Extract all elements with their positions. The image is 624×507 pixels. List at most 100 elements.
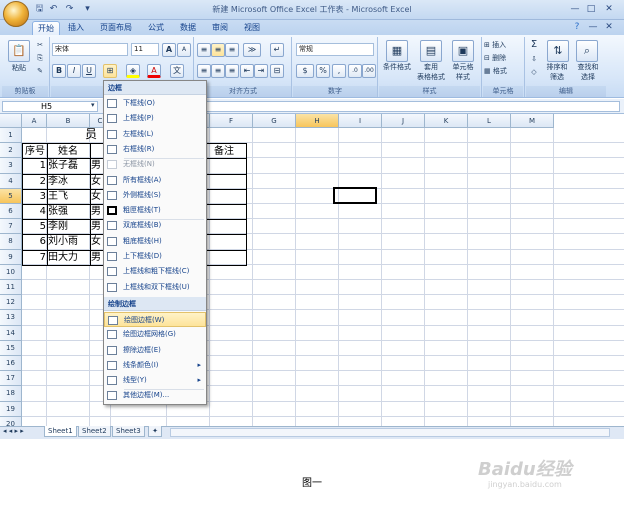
border-option-thick-box-border[interactable]: 粗匣框线(T) [104, 203, 206, 218]
row-header[interactable]: 8 [0, 234, 22, 250]
worksheet-grid[interactable]: ABCDEFGHIJKLM 12345678910111213141516171… [0, 114, 624, 426]
orientation-button[interactable]: ≫ [243, 43, 261, 57]
draw-option-grid-pencil[interactable]: 绘图边框网格(G) [104, 327, 206, 342]
decrease-decimal-button[interactable]: .00 [362, 64, 376, 78]
draw-option-eraser[interactable]: 擦除边框(E) [104, 343, 206, 358]
cell-style-label[interactable]: 单元格 样式 [446, 62, 480, 82]
border-option-right-border[interactable]: 右框线(R) [104, 142, 206, 157]
format-cells-button[interactable]: ▦ 格式 [484, 66, 522, 76]
row-header[interactable]: 3 [0, 158, 22, 174]
row-header[interactable]: 13 [0, 310, 22, 326]
border-option-all-borders[interactable]: 所有框线(A) [104, 173, 206, 188]
row-header[interactable]: 14 [0, 325, 22, 341]
tab-formulas[interactable]: 公式 [142, 21, 170, 35]
column-header[interactable]: L [468, 114, 511, 128]
row-header[interactable]: 11 [0, 280, 22, 296]
bold-button[interactable]: B [52, 64, 66, 78]
draw-option-pencil[interactable]: 绘图边框(W) [104, 311, 206, 327]
tab-review[interactable]: 审阅 [206, 21, 234, 35]
draw-option-line-color[interactable]: 线条颜色(I) ▸ [104, 358, 206, 373]
percent-button[interactable]: % [316, 64, 330, 78]
sheet-tab-2[interactable]: Sheet2 [78, 426, 111, 437]
increase-indent-button[interactable]: ⇥ [254, 64, 268, 78]
table-format-icon[interactable]: ▤ [420, 40, 442, 62]
sheet-tab-3[interactable]: Sheet3 [112, 426, 145, 437]
row-header[interactable]: 12 [0, 295, 22, 311]
name-box-dropdown-icon[interactable]: ▾ [91, 101, 95, 109]
autosum-icon[interactable]: Σ [528, 40, 540, 50]
border-option-double-bottom-border[interactable]: 双底框线(B) [104, 218, 206, 233]
border-option-left-border[interactable]: 左框线(L) [104, 127, 206, 142]
font-size-combo[interactable]: 11 [131, 43, 159, 56]
column-header[interactable]: K [425, 114, 468, 128]
grow-font-button[interactable]: A [162, 43, 176, 57]
select-all-corner[interactable] [0, 114, 22, 128]
border-option-top-bottom-border[interactable]: 上下框线(D) [104, 249, 206, 264]
workbook-close-icon[interactable]: ✕ [602, 21, 616, 34]
tab-insert[interactable]: 插入 [62, 21, 90, 35]
decrease-indent-button[interactable]: ⇤ [240, 64, 254, 78]
row-header[interactable]: 10 [0, 264, 22, 280]
border-option-bottom-border[interactable]: 下框线(O) [104, 96, 206, 111]
tab-data[interactable]: 数据 [174, 21, 202, 35]
increase-decimal-button[interactable]: .0 [348, 64, 362, 78]
border-option-no-border[interactable]: 无框线(N) [104, 157, 206, 172]
border-option-top-double-bottom-border[interactable]: 上框线和双下框线(U) [104, 280, 206, 295]
align-middle-button[interactable]: ≡ [211, 43, 225, 57]
align-left-button[interactable]: ≡ [197, 64, 211, 78]
font-color-button[interactable]: A [147, 64, 161, 78]
italic-button[interactable]: I [67, 64, 81, 78]
underline-button[interactable]: U [82, 64, 96, 78]
cell-style-icon[interactable]: ▣ [452, 40, 474, 62]
insert-sheet-icon[interactable]: ✦ [148, 426, 162, 437]
find-select-label[interactable]: 查找和 选择 [572, 62, 604, 82]
shrink-font-button[interactable]: A [177, 43, 191, 57]
fill-color-button[interactable]: ◈ [126, 64, 140, 78]
merge-center-button[interactable]: ⊟ [270, 64, 284, 78]
horizontal-scrollbar[interactable] [170, 428, 610, 437]
border-option-thick-bottom-border[interactable]: 粗底框线(H) [104, 234, 206, 249]
sheet-nav-icon[interactable]: ◂ ◂ ▸ ▸ [3, 427, 24, 435]
column-header[interactable]: H [296, 114, 339, 128]
cut-icon[interactable]: ✂ [34, 40, 46, 50]
draw-option-more-borders[interactable]: 其他边框(M)... [104, 388, 206, 403]
border-option-top-border[interactable]: 上框线(P) [104, 111, 206, 126]
phonetic-button[interactable]: 文 [170, 64, 184, 78]
column-header[interactable]: G [253, 114, 296, 128]
border-option-outside-borders[interactable]: 外侧框线(S) [104, 188, 206, 203]
column-header[interactable]: F [210, 114, 253, 128]
row-header[interactable]: 5 [0, 188, 22, 204]
number-format-combo[interactable]: 常规 [296, 43, 374, 56]
comma-button[interactable]: , [332, 64, 346, 78]
column-header[interactable]: J [382, 114, 425, 128]
draw-option-line-style[interactable]: 线型(Y) ▸ [104, 373, 206, 388]
find-select-icon[interactable]: ⌕ [576, 40, 598, 62]
restore-button[interactable]: □ [584, 3, 598, 16]
column-header[interactable]: I [339, 114, 382, 128]
row-header[interactable]: 15 [0, 340, 22, 356]
column-header[interactable]: A [22, 114, 47, 128]
row-header[interactable]: 20 [0, 416, 22, 426]
clear-icon[interactable]: ◇ [528, 67, 540, 77]
minimize-button[interactable]: — [568, 3, 582, 16]
align-center-button[interactable]: ≡ [211, 64, 225, 78]
paste-icon[interactable]: 📋 [8, 40, 30, 62]
column-header[interactable]: B [47, 114, 90, 128]
row-header[interactable]: 16 [0, 356, 22, 372]
align-top-button[interactable]: ≡ [197, 43, 211, 57]
table-format-label[interactable]: 套用 表格格式 [413, 62, 449, 82]
paste-label[interactable]: 粘贴 [6, 63, 32, 73]
conditional-format-icon[interactable]: ▦ [386, 40, 408, 62]
close-button[interactable]: ✕ [602, 3, 616, 16]
tab-page-layout[interactable]: 页面布局 [95, 21, 137, 35]
ribbon-minimize-icon[interactable]: — [586, 21, 600, 34]
row-header[interactable]: 17 [0, 371, 22, 387]
sort-filter-icon[interactable]: ⇅ [547, 40, 569, 62]
currency-button[interactable]: $ [296, 64, 314, 78]
insert-cells-button[interactable]: ⊞ 插入 [484, 40, 522, 50]
delete-cells-button[interactable]: ⊟ 删除 [484, 53, 522, 63]
office-button[interactable] [3, 1, 29, 27]
fill-icon[interactable]: ⇩ [528, 54, 540, 64]
copy-icon[interactable]: ⎘ [34, 53, 46, 63]
align-bottom-button[interactable]: ≡ [225, 43, 239, 57]
